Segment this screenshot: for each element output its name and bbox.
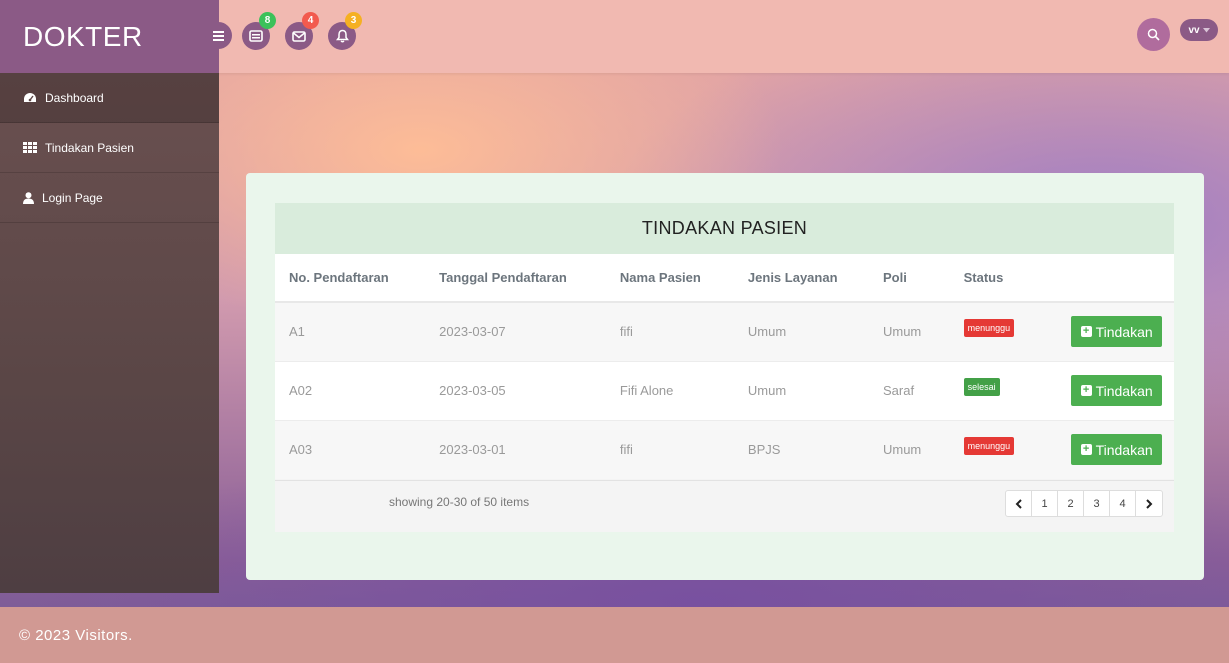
sidebar-item-label: Login Page xyxy=(42,190,103,205)
mail-icon[interactable]: 4 xyxy=(285,12,319,50)
cell-nama: fifi xyxy=(605,419,734,479)
prev-page-button[interactable] xyxy=(1006,491,1032,516)
cell-nama: Fifi Alone xyxy=(605,360,734,420)
dashboard-icon xyxy=(24,92,36,102)
plus-square-icon: + xyxy=(1080,326,1092,338)
tindakan-button-label: Tindakan xyxy=(1095,441,1153,458)
user-initials: vv xyxy=(1188,24,1200,36)
top-navbar: DOKTER 8 4 3 vv xyxy=(0,0,1229,73)
sidebar-item-tindakan-pasien[interactable]: Tindakan Pasien xyxy=(0,123,219,173)
cell-poli: Saraf xyxy=(868,360,950,420)
cell-tanggal: 2023-03-01 xyxy=(425,419,606,479)
bell-badge: 3 xyxy=(345,12,362,29)
sidebar-item-dashboard[interactable]: Dashboard xyxy=(0,73,219,123)
col-poli[interactable]: Poli xyxy=(868,254,950,303)
cell-no: A1 xyxy=(275,301,426,361)
col-no-pendaftaran[interactable]: No. Pendaftaran xyxy=(275,254,426,303)
user-menu-button[interactable]: vv xyxy=(1180,19,1218,41)
page-1-button[interactable]: 1 xyxy=(1032,491,1058,516)
page-3-button[interactable]: 3 xyxy=(1084,491,1110,516)
cell-poli: Umum xyxy=(868,419,950,479)
col-nama-pasien[interactable]: Nama Pasien xyxy=(605,254,734,303)
caret-down-icon xyxy=(1202,27,1210,32)
table-row: A1 2023-03-07 fifi Umum Umum menunggu + T… xyxy=(275,301,1174,361)
brand-logo[interactable]: DOKTER xyxy=(0,0,219,73)
status-badge: selesai xyxy=(963,377,1000,396)
patients-table: No. Pendaftaran Tanggal Pendaftaran Nama… xyxy=(275,254,1174,479)
plus-square-icon: + xyxy=(1080,444,1092,456)
tindakan-button[interactable]: + Tindakan xyxy=(1071,375,1163,406)
content-card: TINDAKAN PASIEN No. Pendaftaran Tanggal … xyxy=(246,173,1204,580)
sidebar-item-label: Dashboard xyxy=(45,90,104,105)
next-page-button[interactable] xyxy=(1136,491,1162,516)
table-header-row: No. Pendaftaran Tanggal Pendaftaran Nama… xyxy=(275,254,1174,303)
cell-tanggal: 2023-03-07 xyxy=(425,301,606,361)
cell-poli: Umum xyxy=(868,301,950,361)
col-jenis-layanan[interactable]: Jenis Layanan xyxy=(733,254,869,303)
table-row: A02 2023-03-05 Fifi Alone Umum Saraf sel… xyxy=(275,360,1174,420)
sidebar: Dashboard Tindakan Pasien Login Page xyxy=(0,73,219,593)
tindakan-button-label: Tindakan xyxy=(1095,382,1153,399)
cell-no: A03 xyxy=(275,419,426,479)
cell-layanan: BPJS xyxy=(733,419,869,479)
user-icon xyxy=(23,191,34,204)
status-badge: menunggu xyxy=(963,318,1015,337)
table-row: A03 2023-03-01 fifi BPJS Umum menunggu +… xyxy=(275,419,1174,479)
inbox-badge: 8 xyxy=(259,12,276,29)
tindakan-button-label: Tindakan xyxy=(1095,323,1153,340)
chevron-left-icon xyxy=(1015,498,1022,509)
sidebar-item-label: Tindakan Pasien xyxy=(45,140,134,155)
cell-layanan: Umum xyxy=(733,301,869,361)
search-button[interactable] xyxy=(1137,18,1170,51)
cell-layanan: Umum xyxy=(733,360,869,420)
col-action xyxy=(1014,254,1174,303)
pagination-summary: showing 20-30 of 50 items xyxy=(389,495,530,509)
search-icon xyxy=(1147,28,1160,41)
mail-badge: 4 xyxy=(302,12,319,29)
hamburger-icon[interactable] xyxy=(205,22,232,49)
cell-no: A02 xyxy=(275,360,426,420)
bell-icon[interactable]: 3 xyxy=(328,12,362,50)
page-2-button[interactable]: 2 xyxy=(1058,491,1084,516)
plus-square-icon: + xyxy=(1080,385,1092,396)
col-status[interactable]: Status xyxy=(949,254,1015,303)
tindakan-button[interactable]: + Tindakan xyxy=(1071,316,1163,348)
status-badge: menunggu xyxy=(963,436,1015,455)
page-footer: © 2023 Visitors. xyxy=(0,607,1229,663)
cell-nama: fifi xyxy=(605,301,734,361)
table-footer: showing 20-30 of 50 items 1 2 3 4 xyxy=(275,480,1174,532)
inbox-icon[interactable]: 8 xyxy=(242,12,276,50)
table-icon xyxy=(23,142,37,153)
page-title: TINDAKAN PASIEN xyxy=(275,203,1174,254)
sidebar-item-login-page[interactable]: Login Page xyxy=(0,173,219,223)
page-4-button[interactable]: 4 xyxy=(1110,491,1136,516)
pagination: 1 2 3 4 xyxy=(1005,490,1163,517)
tindakan-pasien-panel: TINDAKAN PASIEN No. Pendaftaran Tanggal … xyxy=(275,203,1174,532)
tindakan-button[interactable]: + Tindakan xyxy=(1071,434,1163,466)
cell-tanggal: 2023-03-05 xyxy=(425,360,606,420)
chevron-right-icon xyxy=(1145,498,1152,509)
col-tanggal-pendaftaran[interactable]: Tanggal Pendaftaran xyxy=(425,254,606,303)
